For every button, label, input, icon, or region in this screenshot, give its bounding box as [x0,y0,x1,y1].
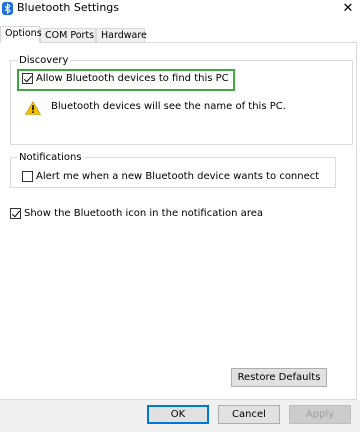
tray-icon-label: Show the Bluetooth icon in the notificat… [24,208,263,219]
alert-row[interactable]: Alert me when a new Bluetooth device wan… [22,171,319,182]
bluetooth-icon [2,2,13,15]
window-title: Bluetooth Settings [17,1,120,14]
tab-options[interactable]: Options [0,26,42,43]
tray-icon-row[interactable]: Show the Bluetooth icon in the notificat… [10,208,263,219]
allow-discovery-row[interactable]: Allow Bluetooth devices to find this PC [22,73,229,84]
notifications-group: Notifications [10,152,336,188]
ok-button[interactable]: OK [147,405,209,424]
restore-defaults-button[interactable]: Restore Defaults [231,368,327,387]
close-button[interactable]: ✕ [336,0,360,18]
tab-strip: Options COM Ports Hardware [0,26,360,43]
title-bar: Bluetooth Settings ✕ [0,0,360,18]
alert-checkbox[interactable] [22,171,33,182]
cancel-button[interactable]: Cancel [218,405,280,424]
warning-text: Bluetooth devices will see the name of t… [51,101,286,112]
warning-icon [25,101,41,115]
allow-discovery-checkbox[interactable] [22,73,33,84]
tab-com-ports[interactable]: COM Ports [40,28,96,42]
alert-label: Alert me when a new Bluetooth device wan… [36,171,320,182]
discovery-legend: Discovery [19,55,69,66]
tab-hardware[interactable]: Hardware [96,28,147,42]
tray-icon-checkbox[interactable] [10,208,21,219]
apply-button[interactable]: Apply [289,405,351,424]
allow-discovery-label: Allow Bluetooth devices to find this PC [36,73,229,84]
notifications-legend: Notifications [19,152,82,163]
